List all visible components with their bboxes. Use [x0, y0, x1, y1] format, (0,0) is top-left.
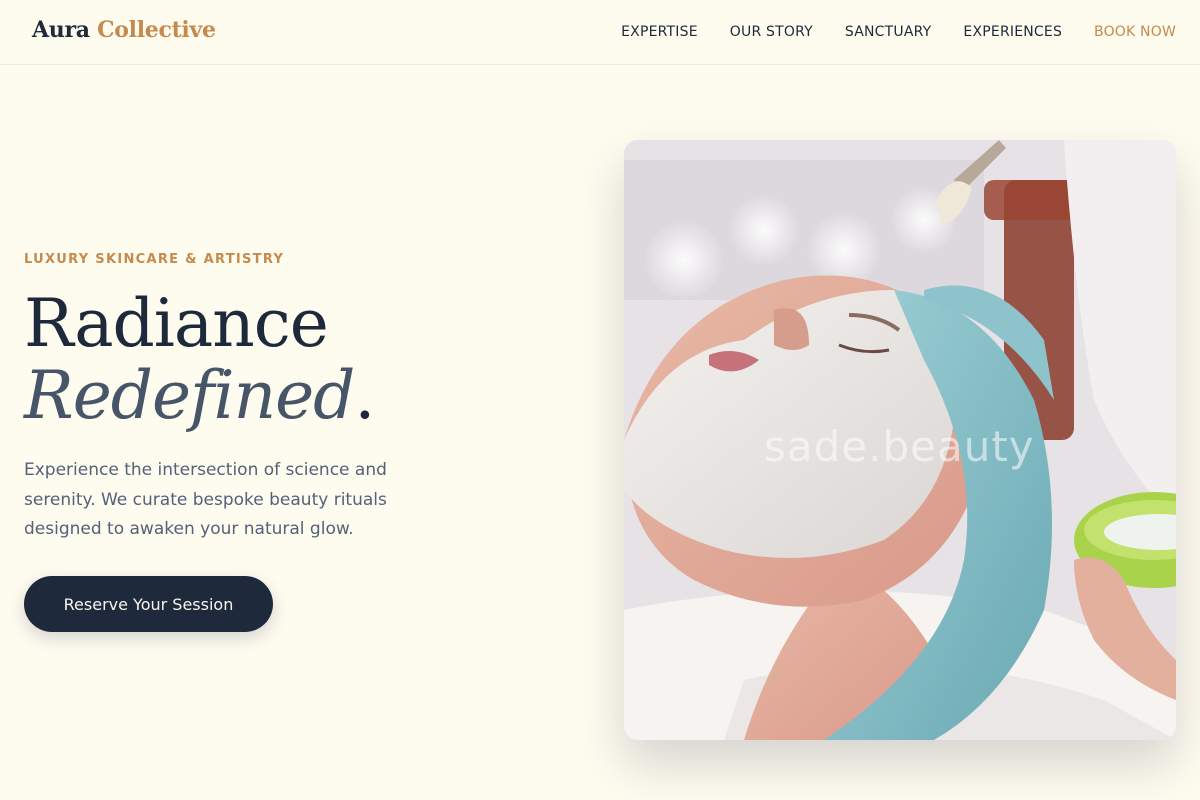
headline-line-2-text: Redefined: [24, 357, 355, 434]
headline-line-2: Redefined.: [24, 357, 375, 434]
hero-image: sade.beauty: [624, 140, 1176, 740]
reserve-session-button[interactable]: Reserve Your Session: [24, 576, 273, 632]
nav-book-now-link[interactable]: BOOK NOW: [1094, 24, 1176, 40]
nav-item-sanctuary[interactable]: SANCTUARY: [845, 24, 932, 40]
hero-eyebrow: LUXURY SKINCARE & ARTISTRY: [24, 252, 285, 267]
main-nav: EXPERTISE OUR STORY SANCTUARY EXPERIENCE…: [621, 24, 1176, 40]
nav-item-our-story[interactable]: OUR STORY: [730, 24, 813, 40]
nav-item-experiences[interactable]: EXPERIENCES: [963, 24, 1062, 40]
logo-primary-text: Aura: [32, 17, 90, 43]
hero-description: Experience the intersection of science a…: [24, 460, 387, 539]
nav-item-expertise[interactable]: EXPERTISE: [621, 24, 698, 40]
logo-accent-text: Collective: [97, 17, 216, 43]
image-watermark: sade.beauty: [764, 422, 1035, 471]
site-header: Aura Collective EXPERTISE OUR STORY SANC…: [0, 0, 1200, 65]
brand-logo[interactable]: Aura Collective: [32, 17, 216, 43]
hero-headline: Radiance Redefined.: [24, 285, 375, 434]
headline-period: .: [354, 357, 375, 434]
headline-line-1: Radiance: [24, 285, 329, 362]
